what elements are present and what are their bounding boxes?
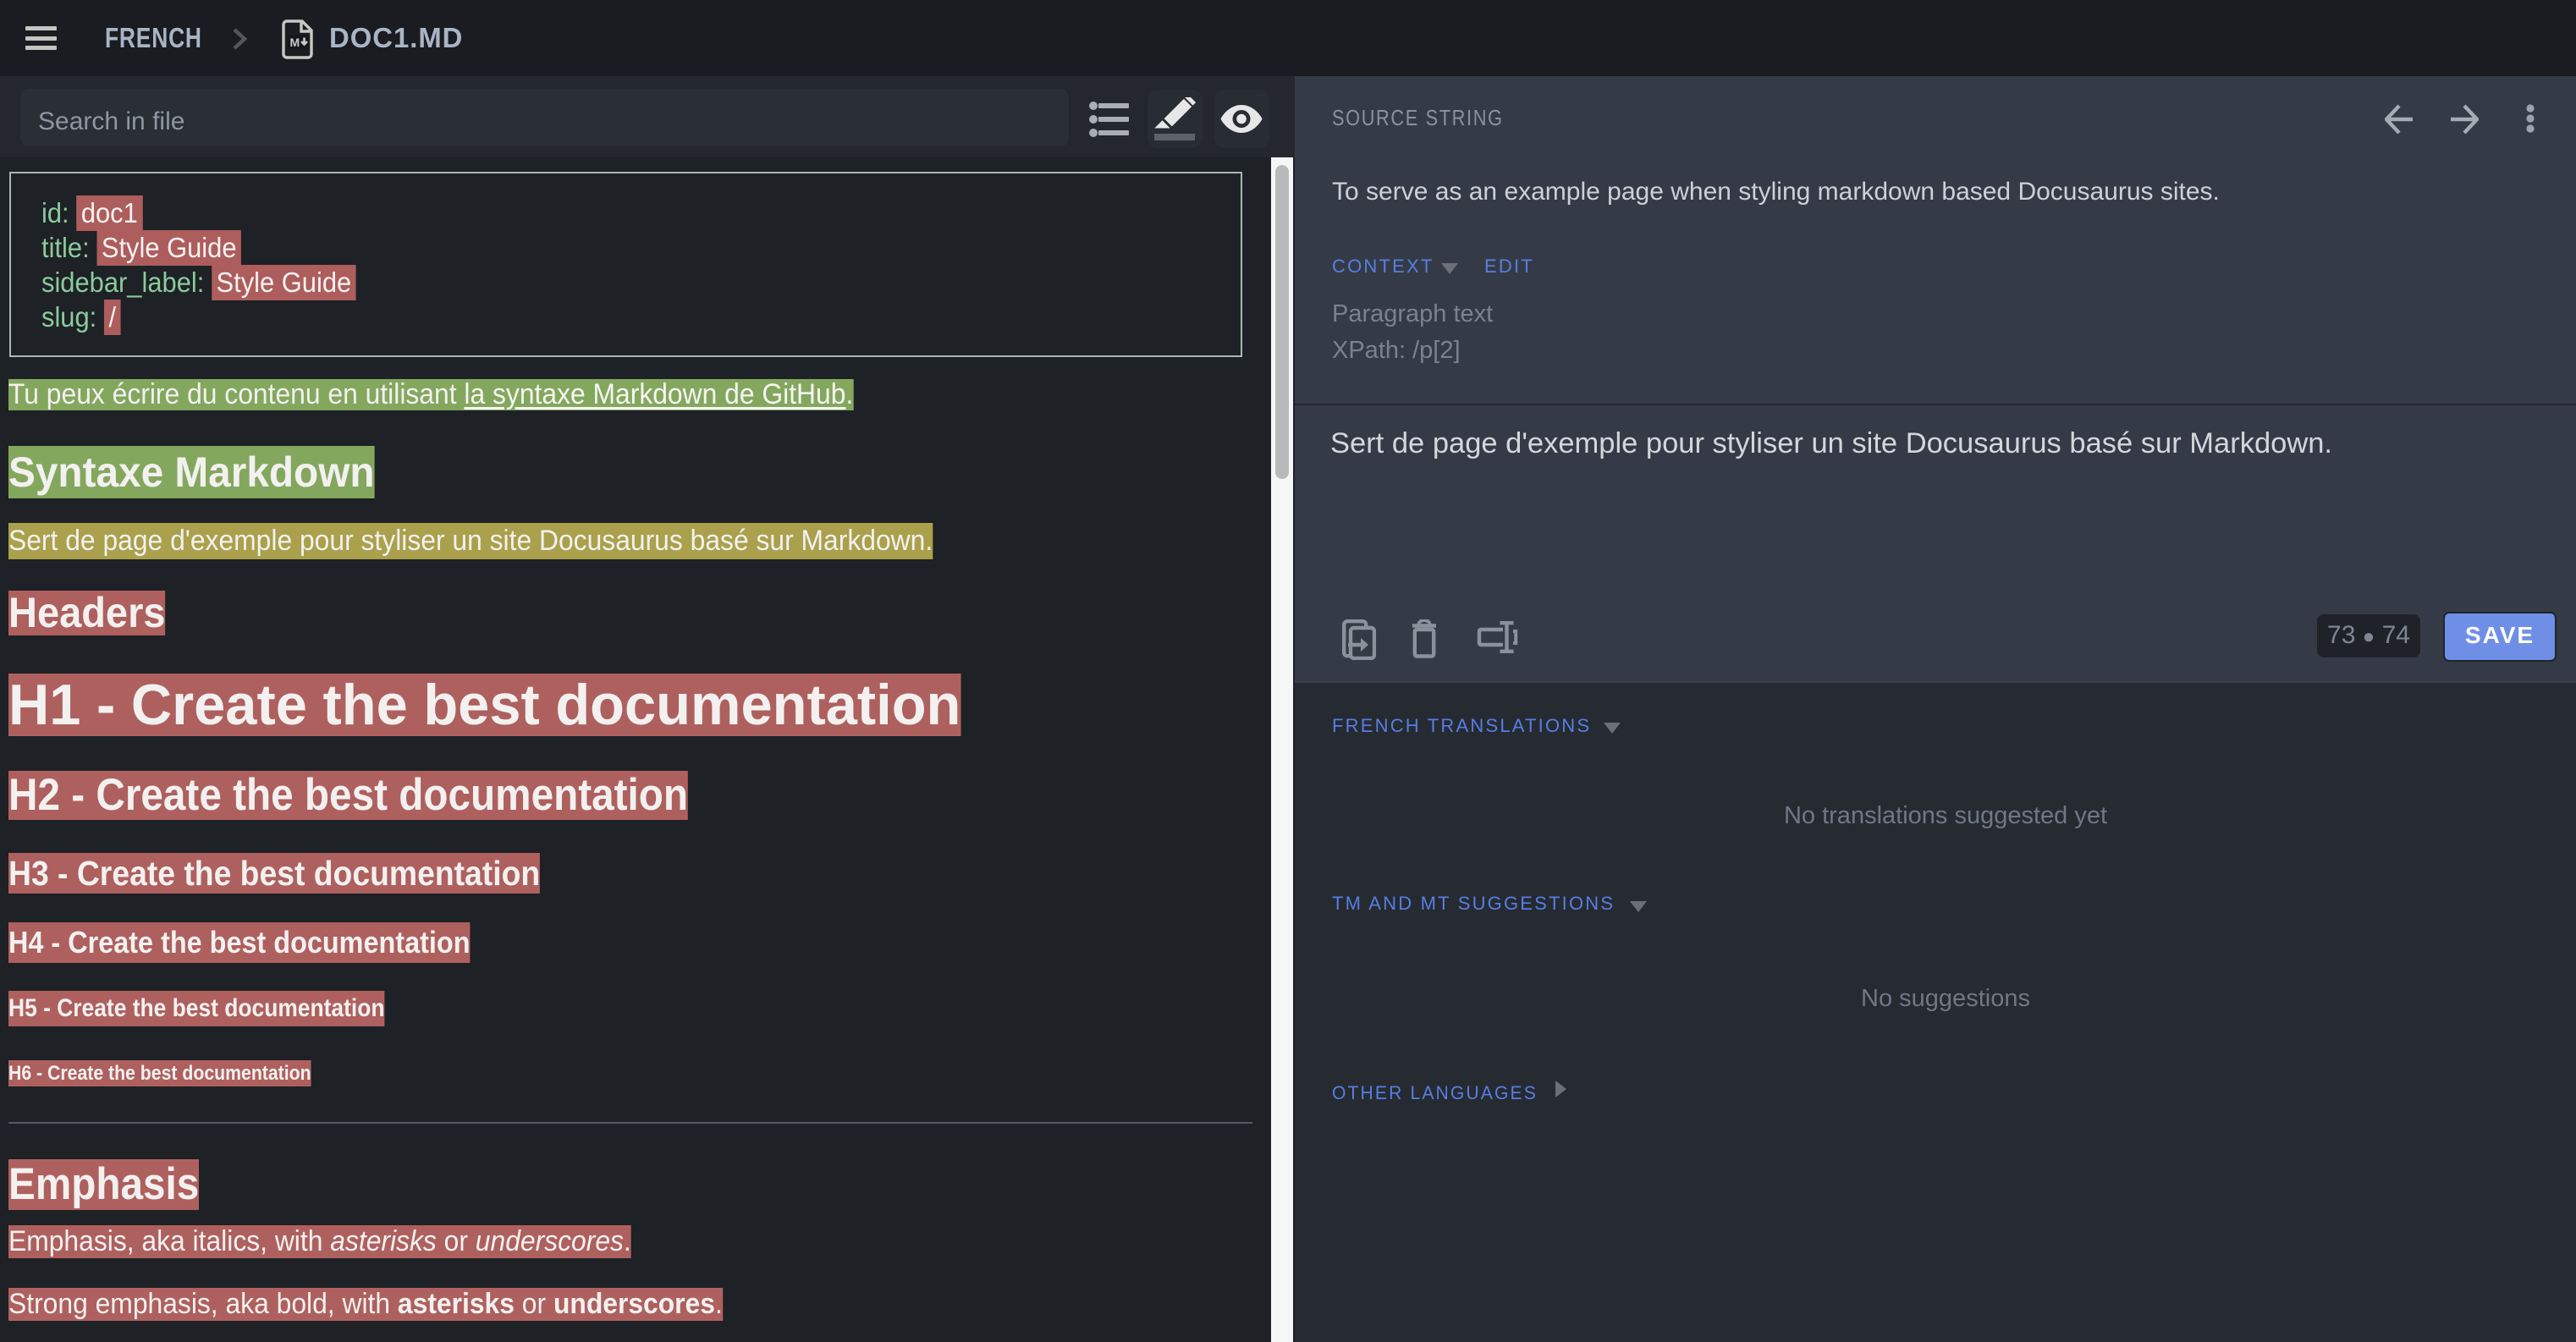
svg-text:M: M [290,36,300,49]
